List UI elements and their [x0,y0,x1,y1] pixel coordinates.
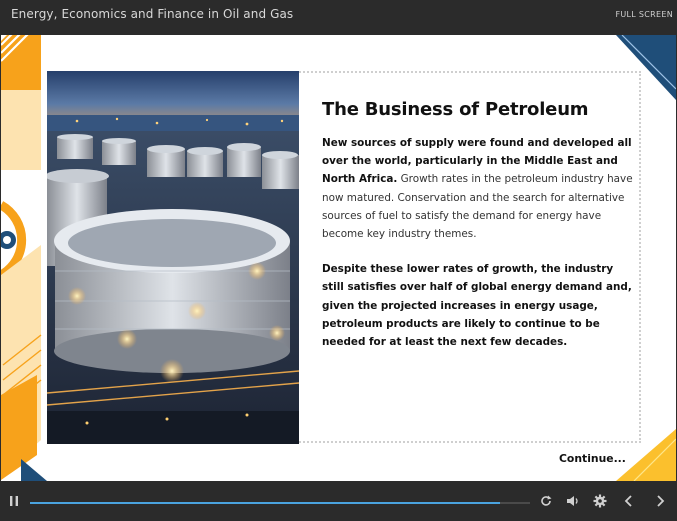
volume-icon[interactable] [565,493,581,509]
app-title: Energy, Economics and Finance in Oil and… [11,7,294,21]
paragraph-1: New sources of supply were found and dev… [322,134,634,243]
progress-bar-fill [30,502,500,504]
slide-canvas: The Business of Petroleum New sources of… [1,35,676,481]
paragraph-2: Despite these lower rates of growth, the… [322,263,632,349]
progress-bar[interactable] [30,502,530,504]
pause-icon[interactable] [6,493,22,509]
next-icon[interactable] [652,493,668,509]
previous-icon[interactable] [621,493,637,509]
settings-icon[interactable] [592,493,608,509]
slide-heading: The Business of Petroleum [322,99,589,120]
continue-button[interactable]: Continue... [559,452,626,465]
player-controls [0,481,677,521]
left-decoration [1,35,47,481]
title-bar: Energy, Economics and Finance in Oil and… [0,0,677,34]
fullscreen-button[interactable]: FULL SCREEN [615,10,673,19]
oil-storage-tanks-image [47,71,299,444]
slide-text: The Business of Petroleum New sources of… [322,99,634,351]
replay-icon[interactable] [538,493,554,509]
